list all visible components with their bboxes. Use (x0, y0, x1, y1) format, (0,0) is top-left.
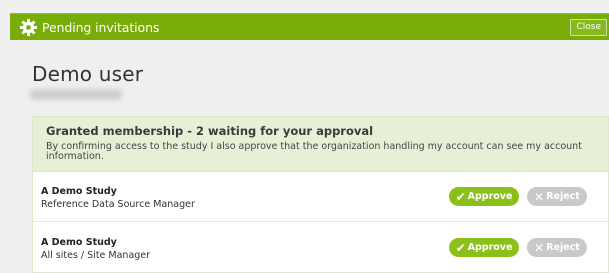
invitation-row: A Demo Study Reference Data Source Manag… (33, 172, 608, 222)
reject-button[interactable]: ✕ Reject (527, 187, 587, 206)
reject-button[interactable]: ✕ Reject (527, 238, 587, 257)
study-role: All sites / Site Manager (41, 250, 151, 261)
approve-label: Approve (467, 191, 513, 202)
approve-button[interactable]: ✔ Approve (449, 238, 519, 257)
dialog-title: Pending invitations (42, 19, 160, 35)
membership-card: Granted membership - 2 waiting for your … (32, 116, 609, 273)
check-icon: ✔ (455, 189, 466, 204)
x-icon: ✕ (534, 189, 545, 204)
membership-heading: Granted membership - 2 waiting for your … (46, 124, 374, 138)
membership-header: Granted membership - 2 waiting for your … (33, 117, 608, 172)
gear-icon (19, 18, 38, 37)
x-icon: ✕ (534, 240, 545, 255)
study-name: A Demo Study (41, 186, 117, 197)
study-name: A Demo Study (41, 237, 117, 248)
approve-button[interactable]: ✔ Approve (449, 187, 519, 206)
user-email-redacted (30, 89, 122, 100)
invitation-row: A Demo Study All sites / Site Manager ✔ … (33, 223, 608, 273)
reject-label: Reject (546, 191, 580, 202)
membership-description: By confirming access to the study I also… (46, 141, 582, 162)
check-icon: ✔ (455, 240, 466, 255)
approve-label: Approve (467, 242, 513, 253)
dialog-titlebar: Pending invitations Close (10, 13, 609, 40)
study-role: Reference Data Source Manager (41, 199, 195, 210)
close-button[interactable]: Close (570, 19, 607, 36)
reject-label: Reject (546, 242, 580, 253)
dialog-body: Demo user Granted membership - 2 waiting… (10, 40, 609, 273)
user-name: Demo user (32, 62, 144, 86)
